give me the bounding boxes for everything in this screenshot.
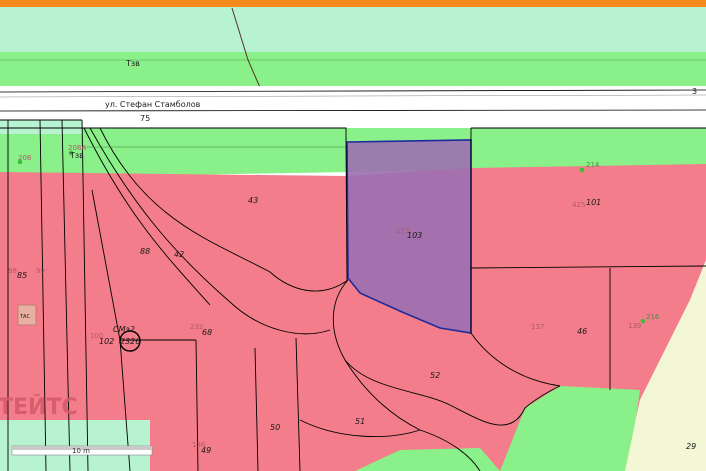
zone-label-left: Тзв (69, 151, 84, 160)
scale-label: 10 m (72, 447, 90, 455)
plot-29: 29 (686, 442, 696, 451)
point-214 (579, 167, 585, 173)
cad-208: 208 (18, 154, 31, 162)
plot-42: 42 (174, 250, 184, 259)
plot-88: 88 (140, 247, 150, 256)
cadastral-map[interactable]: ул. Стефан Стамболов 75 3 Тзв Тзв 43 42 … (0, 0, 706, 471)
cad-136: 136 (192, 441, 206, 449)
street-number-75: 75 (140, 114, 150, 123)
plot-52: 52 (430, 371, 440, 380)
cad-99: 99 (36, 267, 45, 275)
upper-green-strip[interactable] (0, 52, 706, 86)
plot-46: 46 (577, 327, 587, 336)
cad-98: 98 (8, 267, 17, 275)
plot-43: 43 (248, 196, 258, 205)
cad-232: 232 (190, 323, 203, 331)
cad-253: 253 (396, 227, 409, 235)
cad-425: 425 (572, 201, 585, 209)
small-building-label: ТАС (19, 314, 30, 320)
plot-101: 101 (586, 198, 601, 207)
watermark-text: ТЕЙТС (0, 394, 78, 420)
street-name: ул. Стефан Стамболов (105, 100, 201, 109)
marker-code: СМэ2 (113, 325, 135, 334)
plot-68: 68 (202, 328, 212, 337)
cad-208a: 208А (68, 144, 86, 152)
cad-139: 139 (628, 322, 641, 330)
bottom-left-green (0, 420, 150, 471)
cad-214: 214 (586, 161, 600, 169)
scale-bar: 10 m (11, 445, 153, 456)
zone-label-upper: Тзв (125, 59, 140, 68)
street-number-3: 3 (692, 87, 697, 96)
map-viewport[interactable]: ул. Стефан Стамболов 75 3 Тзв Тзв 43 42 … (0, 0, 706, 471)
left-light-green (0, 120, 82, 134)
cad-216: 216 (646, 313, 660, 321)
point-216 (640, 318, 646, 324)
top-bar (0, 0, 706, 7)
plot-85: 85 (17, 271, 27, 280)
cad-137: 137 (531, 323, 544, 331)
plot-51: 51 (355, 417, 365, 426)
plot-50: 50 (270, 423, 280, 432)
cad-100: 100 (90, 332, 103, 340)
marker-number: 2326 (120, 337, 140, 346)
